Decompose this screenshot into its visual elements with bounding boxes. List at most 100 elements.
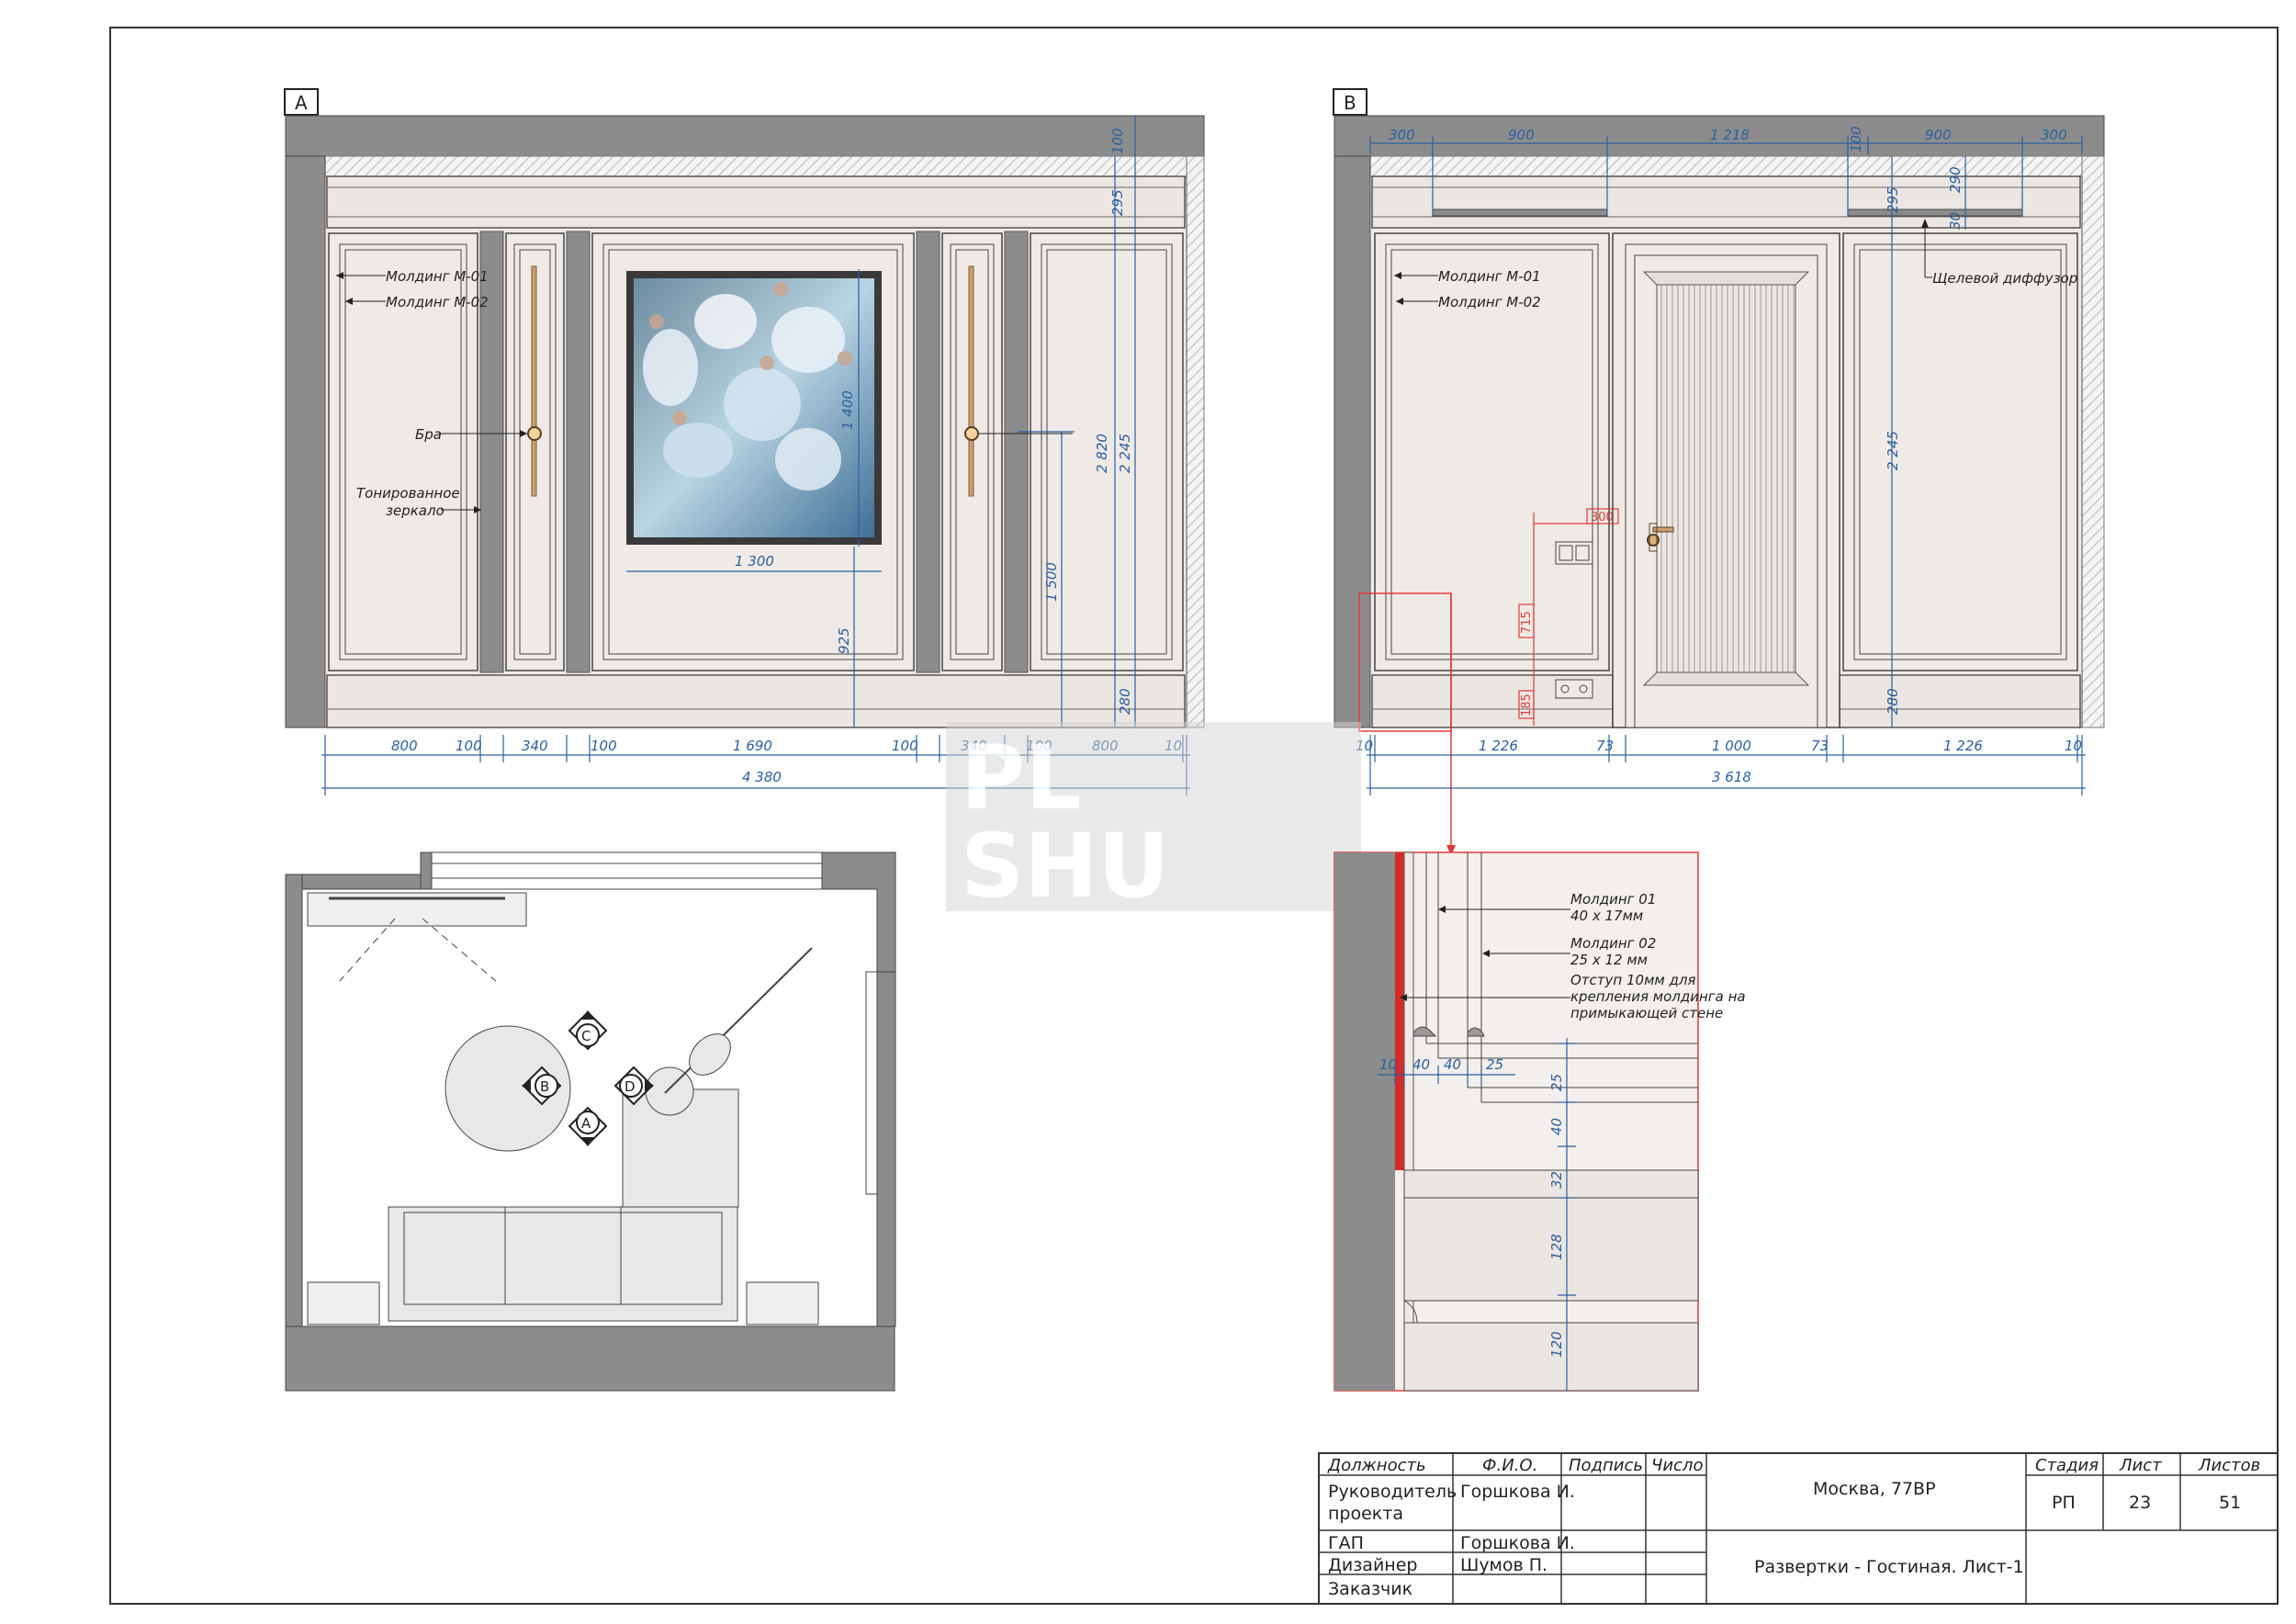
marker-d-label: D [625,1078,636,1095]
ceiling-slab-a [285,115,1205,157]
note-b-diffuser: Щелевой диффузор [1932,270,2077,287]
marker-b-label: B [540,1078,549,1095]
dim-a-800-left: 800 [391,738,418,754]
detail-dim-v32: 32 [1548,1171,1565,1189]
dim-b-10-right: 10 [2065,738,2082,754]
tb-sheet-value: 23 [2129,1493,2151,1513]
door-panel [1656,284,1796,673]
dim-b-73-left: 73 [1596,738,1614,754]
tb-row4-position: Заказчик [1328,1579,1412,1599]
dim-a-295: 295 [1109,189,1126,216]
diffuser-right [1847,209,2023,217]
dim-a-1500: 1 500 [1043,562,1060,602]
tb-row1-name: Горшкова И. [1460,1482,1575,1502]
dim-a-100-2: 100 [591,738,617,754]
dim-b-top-900-right: 900 [1925,127,1952,143]
note-b-molding-m02: Молдинг М-02 [1438,294,1541,310]
note-a-sconce: Бра [415,426,442,443]
title-block: Должность Ф.И.О. Подпись Число Руководит… [1318,1452,2279,1605]
tb-header-position: Должность [1327,1456,1426,1475]
dim-a-1690: 1 690 [733,738,772,754]
wall-right-b [2081,155,2105,728]
tb-sheets-label: Листов [2198,1456,2260,1475]
molding-detail: 10 40 40 25 25 40 32 128 120 Молдинг 01 … [1334,851,1746,1392]
detail-note-m02-1: Молдинг 02 [1570,935,1656,952]
dim-b-1226-right: 1 226 [1943,738,1983,754]
tb-stage-label: Стадия [2035,1456,2099,1475]
dim-b-1000: 1 000 [1712,738,1751,754]
detail-dim-40-b: 40 [1444,1056,1461,1073]
dim-a-2245: 2 245 [1117,434,1133,473]
dim-a-280: 280 [1117,688,1133,715]
dim-b-295: 295 [1885,186,1901,213]
dim-b-top-300-left: 300 [1389,127,1415,143]
cornice-a [326,175,1186,229]
wall-left-b [1334,155,1371,728]
dim-b-top-300-right: 300 [2041,127,2067,143]
tb-row3-name: Шумов П. [1460,1555,1548,1575]
marker-c-label: C [581,1028,591,1044]
dim-b-total: 3 618 [1712,769,1751,785]
detail-dim-v120: 120 [1548,1331,1565,1358]
tb-sheet-label: Лист [2119,1456,2162,1475]
view-a-tag: A [295,92,308,114]
dim-b-1226-left: 1 226 [1479,738,1518,754]
sconce-right [964,426,979,441]
drawing-sheet: A 800 100 340 100 1 690 100 4 380 100 29… [109,27,2279,1605]
detail-dim-40-a: 40 [1412,1056,1430,1073]
note-a-molding-m02: Молдинг М-02 [386,294,489,310]
panel-b-right [1842,232,2078,671]
tb-row2-position: ГАП [1328,1533,1364,1553]
dim-b-30: 30 [1947,212,1964,230]
dim-a-100-top: 100 [1109,128,1126,154]
watermark-line2: SHU [961,815,1169,918]
dim-a-1400: 1 400 [839,390,856,430]
skirting-a [326,674,1186,728]
view-b-tag: B [1344,92,1356,114]
tb-sheets-value: 51 [2219,1493,2241,1513]
elevation-a: A 800 100 340 100 1 690 100 4 380 100 29… [284,88,1205,795]
detail-note-offset-3: примыкающей стене [1570,1005,1723,1021]
cornice-b [1371,175,2081,229]
detail-dim-25: 25 [1486,1056,1503,1073]
dim-a-925: 925 [836,627,852,654]
dim-a-2820: 2 820 [1094,434,1110,473]
dim-b-top-1218: 1 218 [1710,127,1750,143]
tb-row3-position: Дизайнер [1328,1555,1417,1575]
tb-header-date: Число [1651,1456,1703,1475]
detail-dim-v40: 40 [1548,1118,1565,1135]
wall-right-a [1186,155,1205,728]
dim-b-290: 290 [1947,166,1964,193]
dim-b-280: 280 [1885,688,1901,715]
tb-header-name: Ф.И.О. [1482,1456,1537,1475]
detail-note-m01-1: Молдинг 01 [1570,891,1656,908]
diffuser-left [1432,209,1608,217]
tb-stage-value: РП [2052,1493,2076,1513]
elevation-b: B 300 715 185 300 900 1 218 100 900 300 … [1333,88,2105,856]
dim-a-100-1: 100 [456,738,482,754]
note-a-mirror-2: зеркало [386,502,445,519]
detail-note-m01-2: 40 х 17мм [1570,908,1643,924]
dim-b-top-900-left: 900 [1508,127,1535,143]
tb-header-signature: Подпись [1569,1456,1643,1475]
note-a-mirror-1: Тонированное [356,485,460,502]
dim-b-2245: 2 245 [1885,431,1901,470]
dim-chain-b: 10 1 226 73 1 000 73 1 226 10 3 618 [1356,735,2086,795]
skirting-b-right [1839,674,2081,728]
tb-row1-position-2: проекта [1328,1504,1403,1524]
marker-a-label: A [581,1115,591,1132]
dim-b-300: 300 [1591,511,1614,524]
detail-dim-v128: 128 [1548,1234,1565,1260]
dim-a-340-1: 340 [522,738,548,754]
note-a-molding-m01: Молдинг М-01 [386,268,489,285]
tb-sheet-title: Развертки - Гостиная. Лист-1 [1754,1557,2024,1577]
dim-a-100-3: 100 [892,738,918,754]
note-b-molding-m01: Молдинг М-01 [1438,268,1541,285]
dim-a-1300: 1 300 [735,553,774,570]
wall-left-a [285,155,326,728]
tb-row1-position-1: Руководитель [1328,1482,1457,1502]
detail-note-offset-2: крепления молдинга на [1570,988,1746,1005]
detail-note-offset-1: Отступ 10мм для [1570,972,1695,988]
tb-project: Москва, 77ВР [1813,1479,1936,1499]
sofa [388,1206,738,1322]
